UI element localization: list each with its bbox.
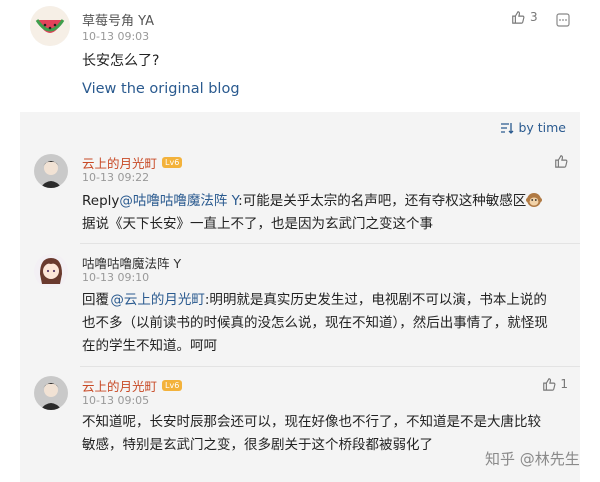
reply-time: 10-13 09:10 xyxy=(82,271,150,284)
reply-prefix: Reply xyxy=(82,193,120,209)
reply-prefix: 回覆 xyxy=(82,292,109,308)
like-count: 1 xyxy=(560,377,568,391)
top-comment: 草莓号角 YA 10-13 09:03 3 长安怎么了? View the or… xyxy=(0,0,600,112)
thumbs-up-icon xyxy=(543,378,556,391)
level-badge: Lv6 xyxy=(162,380,183,391)
avatar[interactable] xyxy=(34,154,68,188)
thumbs-up-icon xyxy=(555,155,568,168)
mention-link[interactable]: @咕噜咕噜魔法阵 Y xyxy=(119,193,238,209)
comment-text: 长安怎么了? xyxy=(82,53,160,69)
reply-body: :可能是关乎太宗的名声吧，还有夺权这种敏感区 xyxy=(238,193,527,209)
level-badge: Lv6 xyxy=(162,157,183,168)
reply-author-row: 云上的月光町 Lv6 xyxy=(82,153,183,172)
reply-time: 10-13 09:05 xyxy=(82,394,150,407)
like-button[interactable]: 1 xyxy=(542,377,568,391)
reply-text: 不知道呢，长安时辰那会还可以，现在好像也不行了，不知道是不是大唐比较敏感，特别是… xyxy=(82,414,541,453)
reply-author-row: 咕噜咕噜魔法阵 Y xyxy=(82,253,181,272)
more-button[interactable] xyxy=(556,12,570,31)
reply-text: Reply@咕噜咕噜魔法阵 Y:可能是关乎太宗的名声吧，还有夺权这种敏感区据说《… xyxy=(82,190,552,236)
like-count: 3 xyxy=(530,10,538,24)
list-item: 咕噜咕噜魔法阵 Y 10-13 09:10 回覆 @云上的月光町:明明就是真实历… xyxy=(20,244,580,366)
more-icon xyxy=(556,13,570,27)
avatar[interactable] xyxy=(34,376,68,410)
comment-author[interactable]: 草莓号角 YA xyxy=(82,10,154,29)
reply-time: 10-13 09:22 xyxy=(82,171,150,184)
avatar[interactable] xyxy=(30,6,70,46)
like-button[interactable] xyxy=(554,154,568,168)
sort-button[interactable]: by time xyxy=(500,120,566,135)
watermark: 知乎 @林先生 xyxy=(485,450,580,468)
comment-time: 10-13 09:03 xyxy=(82,30,150,43)
reply-author[interactable]: 咕噜咕噜魔法阵 Y xyxy=(82,253,181,272)
like-button[interactable]: 3 xyxy=(511,10,538,24)
sort-icon xyxy=(501,122,514,134)
reply-author-row: 云上的月光町 Lv6 xyxy=(82,376,183,395)
reply-text: 回覆 @云上的月光町:明明就是真实历史发生过，电视剧不可以演，书本上说的也不多（… xyxy=(82,289,552,358)
reply-author[interactable]: 云上的月光町 xyxy=(82,153,157,172)
sort-label: by time xyxy=(518,120,566,135)
view-original-link[interactable]: View the original blog xyxy=(82,81,240,97)
reply-author[interactable]: 云上的月光町 xyxy=(82,376,157,395)
avatar[interactable] xyxy=(34,254,68,288)
monkey-emoji-icon xyxy=(526,192,543,208)
thumbs-up-icon xyxy=(512,11,525,24)
list-item: 云上的月光町 Lv6 10-13 09:22 Reply@咕噜咕噜魔法阵 Y:可… xyxy=(20,142,580,242)
reply-body-cont: 据说《天下长安》一直上不了，也是因为玄武门之变这个事 xyxy=(82,216,433,232)
replies-panel: by time 云上的月光町 Lv6 10-13 09:22 Reply@咕噜咕… xyxy=(20,112,580,482)
mention-link[interactable]: @云上的月光町 xyxy=(110,292,205,308)
